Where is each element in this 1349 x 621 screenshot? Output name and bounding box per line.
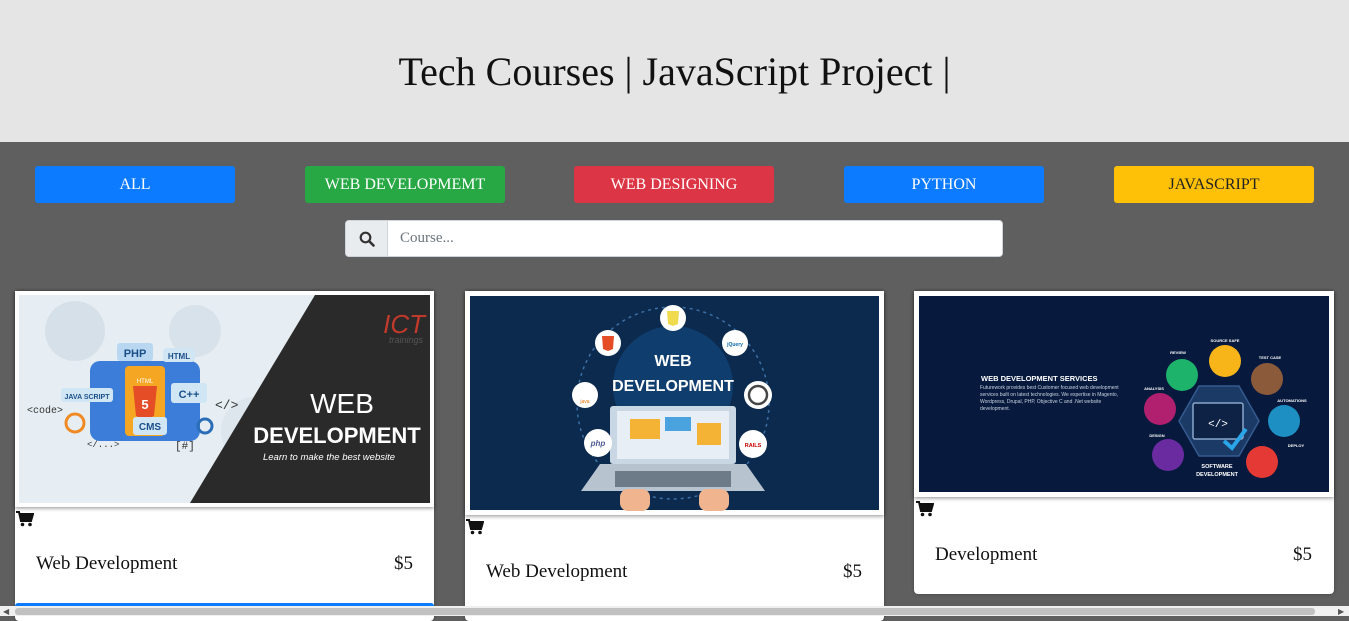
svg-text:PHP: PHP (124, 348, 147, 360)
cart-icon[interactable] (16, 511, 34, 527)
svg-text:</...>: </...> (87, 440, 119, 450)
svg-text:AUTOMATIONS: AUTOMATIONS (1277, 398, 1307, 403)
course-card[interactable]: WEB DEVELOPMENT jQuery java php RAILS We… (465, 291, 884, 621)
course-card[interactable]: WEB DEVELOPMENT SERVICES Futurework prov… (914, 291, 1334, 594)
search-input[interactable] (388, 221, 1002, 256)
svg-text:java: java (579, 399, 589, 405)
image-body-text: Futurework provides best Customer focuse… (980, 385, 1119, 412)
filter-web-development-button[interactable]: WEB DEVELOPMEMT (305, 166, 505, 203)
cart-icon[interactable] (466, 519, 484, 535)
filter-python-button[interactable]: PYTHON (844, 166, 1044, 203)
image-heading-development: DEVELOPMENT (612, 378, 734, 395)
svg-text:ANALYSIS: ANALYSIS (1144, 386, 1164, 391)
svg-text:php: php (590, 439, 606, 448)
svg-text:DEPLOY: DEPLOY (1288, 443, 1305, 448)
image-heading-web: WEB (310, 388, 374, 419)
svg-text:DESIGN: DESIGN (1149, 433, 1164, 438)
course-image: ICT trainings WEB DEVELOPMENT Learn to m… (15, 291, 434, 507)
filter-all-button[interactable]: ALL (35, 166, 235, 203)
svg-text:SOURCE SAFE: SOURCE SAFE (1211, 338, 1240, 343)
search-icon[interactable] (346, 221, 388, 256)
image-heading-web: WEB (654, 353, 691, 370)
scroll-right-icon[interactable]: ▶ (1338, 607, 1344, 616)
svg-text:HTML: HTML (137, 379, 154, 385)
svg-text:TEST CASE: TEST CASE (1259, 355, 1282, 360)
svg-text:C++: C++ (179, 389, 200, 401)
course-price: $5 (394, 553, 413, 574)
svg-text:HTML: HTML (168, 352, 190, 361)
page-title: Tech Courses | JavaScript Project | (398, 48, 951, 94)
svg-text:REVIEW: REVIEW (1170, 350, 1186, 355)
filter-javascript-button[interactable]: JAVASCRIPT (1114, 166, 1314, 203)
horizontal-scrollbar[interactable]: ◀ ▶ (0, 606, 1349, 616)
course-title: Development (935, 544, 1038, 565)
svg-text:JAVA SCRIPT: JAVA SCRIPT (65, 394, 111, 401)
svg-text:jQuery: jQuery (726, 342, 743, 348)
brand-trainings: trainings (389, 335, 424, 345)
filter-web-designing-button[interactable]: WEB DESIGNING (574, 166, 774, 203)
image-heading: WEB DEVELOPMENT SERVICES (981, 374, 1098, 383)
svg-text:RAILS: RAILS (745, 443, 762, 449)
svg-text:[#]: [#] (175, 441, 195, 453)
cart-icon[interactable] (916, 501, 934, 517)
scrollbar-thumb[interactable] (15, 608, 1315, 615)
page-header: Tech Courses | JavaScript Project | (0, 0, 1349, 142)
search-bar (345, 220, 1003, 257)
image-tagline: Learn to make the best website (263, 452, 395, 463)
svg-text:5: 5 (141, 397, 148, 412)
svg-text:</>: </> (1208, 419, 1228, 431)
course-title: Web Development (36, 553, 178, 574)
course-image: WEB DEVELOPMENT SERVICES Futurework prov… (914, 291, 1334, 497)
svg-text:DEVELOPMENT: DEVELOPMENT (1196, 472, 1239, 478)
course-title: Web Development (486, 561, 628, 582)
course-card[interactable]: ICT trainings WEB DEVELOPMENT Learn to m… (15, 291, 434, 621)
course-image: WEB DEVELOPMENT jQuery java php RAILS (465, 291, 884, 515)
image-heading-development: DEVELOPMENT (253, 423, 421, 448)
svg-text:</>: </> (215, 398, 239, 413)
svg-text:SOFTWARE: SOFTWARE (1201, 464, 1232, 470)
course-price: $5 (1293, 544, 1312, 565)
scroll-left-icon[interactable]: ◀ (3, 607, 9, 616)
svg-text:<code>: <code> (27, 405, 63, 417)
svg-text:CMS: CMS (139, 422, 162, 433)
course-price: $5 (843, 561, 862, 582)
